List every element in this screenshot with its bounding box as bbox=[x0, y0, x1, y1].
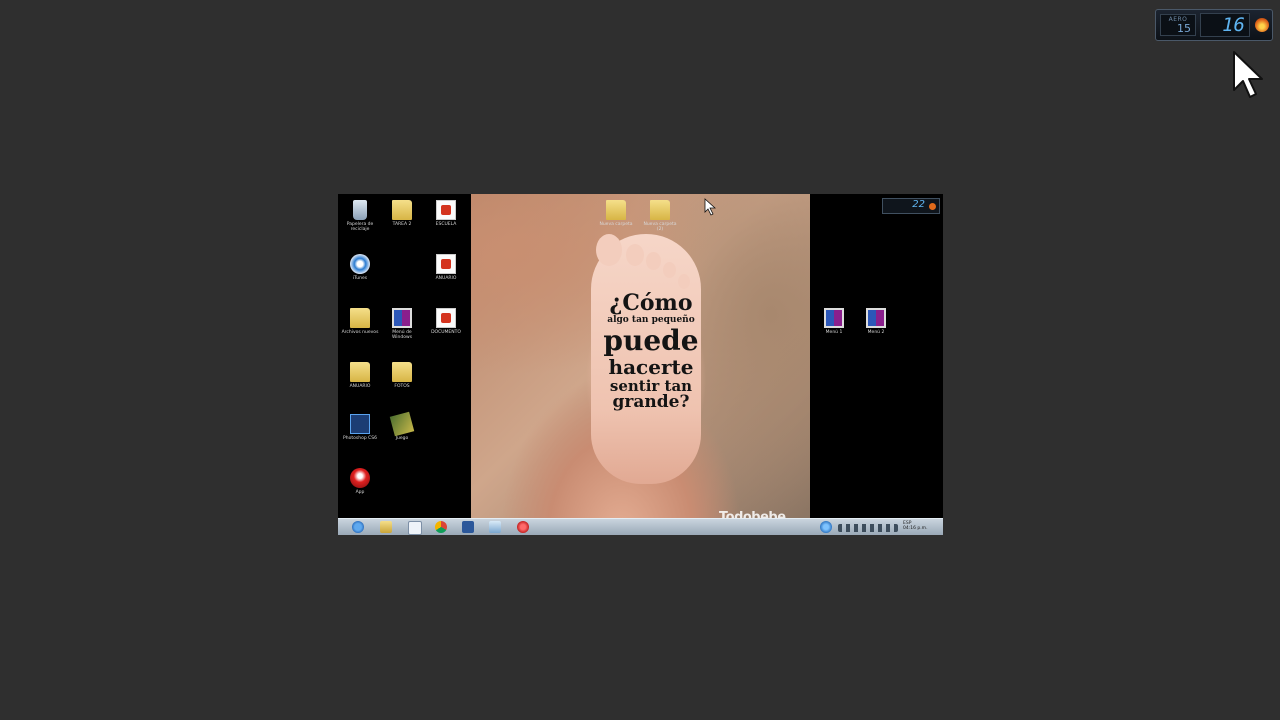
icon-label: Menú 2 bbox=[867, 330, 885, 335]
taskbar: ESP 04:16 p.m. bbox=[338, 518, 943, 535]
icon-label: Papelera de reciclaje bbox=[346, 222, 374, 232]
icon-label: Photoshop CS6 bbox=[343, 436, 377, 441]
mouse-cursor-icon bbox=[1233, 51, 1263, 98]
desktop-icon-folder[interactable]: Nueva carpeta bbox=[596, 200, 636, 227]
desktop-icon-pdf[interactable]: ESCUELA bbox=[426, 200, 466, 227]
toe-shape bbox=[596, 234, 622, 266]
tray-time: 04:16 p.m. bbox=[903, 526, 928, 531]
desktop-screenshot: ¿Cómo algo tan pequeño puede hacerte sen… bbox=[338, 194, 943, 535]
desktop-icon-recycle-bin[interactable]: Papelera de reciclaje bbox=[340, 200, 380, 232]
folder-icon bbox=[350, 308, 370, 328]
icon-label: ESCUELA bbox=[435, 222, 457, 227]
desktop-icon-pdf[interactable]: DOCUMENTO bbox=[426, 308, 466, 335]
toe-shape bbox=[646, 252, 661, 270]
icon-label: Menú 1 bbox=[825, 330, 843, 335]
quote-line: ¿Cómo bbox=[609, 290, 693, 316]
quote-line: hacerte bbox=[608, 355, 694, 379]
recycle-bin-icon bbox=[353, 200, 367, 220]
network-icon[interactable] bbox=[489, 521, 501, 533]
folder-icon bbox=[392, 200, 412, 220]
photoshop-icon bbox=[350, 414, 370, 434]
windows-icon bbox=[392, 308, 412, 328]
desktop-icon-windows[interactable]: Menú de Windows bbox=[382, 308, 422, 340]
flame-icon bbox=[929, 203, 936, 210]
gadget-big-panel: 16 bbox=[1200, 13, 1250, 37]
toe-shape bbox=[663, 262, 676, 278]
desktop-icon-itunes[interactable]: iTunes bbox=[340, 254, 380, 281]
desktop-icon-folder[interactable]: TAREA 2 bbox=[382, 200, 422, 227]
red-app-icon bbox=[350, 468, 370, 488]
icon-label: FOTOS bbox=[394, 384, 410, 389]
video-frame: AERO 15 16 ¿Cómo algo tan pequeño puede … bbox=[0, 0, 1280, 720]
folder-icon bbox=[392, 362, 412, 382]
pdf-icon bbox=[436, 254, 456, 274]
folder-icon bbox=[350, 362, 370, 382]
toe-shape bbox=[626, 244, 644, 266]
folder-icon bbox=[650, 200, 670, 220]
windows-icon bbox=[866, 308, 886, 328]
desktop-icon-folder[interactable]: Nueva carpeta (2) bbox=[640, 200, 680, 232]
desktop-icon-pdf[interactable]: ANUARIO bbox=[426, 254, 466, 281]
desktop-icon-photoshop[interactable]: Photoshop CS6 bbox=[340, 414, 380, 441]
icon-label: Juego bbox=[395, 436, 409, 441]
gadget-small-value: 15 bbox=[1177, 22, 1191, 35]
icon-label: DOCUMENTO bbox=[431, 330, 461, 335]
desktop-icon-folder[interactable]: ANUARIO bbox=[340, 362, 380, 389]
icon-label: ANUARIO bbox=[349, 384, 371, 389]
desktop-icon-game[interactable]: Juego bbox=[382, 411, 422, 441]
gadget-small-panel: AERO 15 bbox=[1160, 14, 1196, 36]
desktop-icon-red-app[interactable]: App bbox=[340, 468, 380, 495]
word-icon[interactable] bbox=[462, 521, 474, 533]
icon-label: ANUARIO bbox=[435, 276, 457, 281]
quote-line: grande? bbox=[612, 392, 690, 412]
system-tray-icons[interactable] bbox=[838, 524, 898, 532]
windows-icon bbox=[824, 308, 844, 328]
chrome-icon[interactable] bbox=[435, 521, 447, 533]
icon-label: iTunes bbox=[352, 276, 368, 281]
help-icon[interactable] bbox=[820, 521, 832, 533]
icon-label: Menú de Windows bbox=[391, 330, 413, 340]
game-icon bbox=[389, 411, 415, 437]
desktop-icon-windows[interactable]: Menú 2 bbox=[856, 308, 896, 335]
icon-label: TAREA 2 bbox=[392, 222, 412, 227]
mini-gadget-value: 22 bbox=[912, 199, 925, 210]
mouse-cursor-icon bbox=[704, 198, 716, 216]
internet-explorer-icon[interactable] bbox=[352, 521, 364, 533]
pdf-icon bbox=[436, 308, 456, 328]
flame-icon[interactable] bbox=[1255, 18, 1269, 32]
itunes-icon bbox=[350, 254, 370, 274]
skype-icon[interactable] bbox=[408, 521, 422, 535]
pdf-icon bbox=[436, 200, 456, 220]
folder-icon bbox=[606, 200, 626, 220]
icon-label: Archivos nuevos bbox=[341, 330, 379, 335]
clock-gadget[interactable]: AERO 15 16 bbox=[1155, 9, 1273, 41]
icon-label: Nueva carpeta (2) bbox=[643, 222, 677, 232]
desktop-icon-windows[interactable]: Menú 1 bbox=[814, 308, 854, 335]
desktop-icon-folder[interactable]: FOTOS bbox=[382, 362, 422, 389]
icon-label: Nueva carpeta bbox=[599, 222, 633, 227]
desktop-icon-folder[interactable]: Archivos nuevos bbox=[340, 308, 380, 335]
toe-shape bbox=[678, 274, 690, 289]
red-app-icon[interactable] bbox=[517, 521, 529, 533]
quote-line: puede bbox=[603, 324, 699, 357]
wallpaper: ¿Cómo algo tan pequeño puede hacerte sen… bbox=[471, 194, 810, 525]
gadget-big-value: 16 bbox=[1222, 14, 1245, 36]
wallpaper-quote: ¿Cómo algo tan pequeño puede hacerte sen… bbox=[591, 292, 711, 411]
icon-label: App bbox=[355, 490, 365, 495]
tray-clock[interactable]: ESP 04:16 p.m. bbox=[903, 521, 928, 531]
file-explorer-icon[interactable] bbox=[380, 521, 392, 533]
mini-clock-gadget[interactable]: 22 bbox=[882, 198, 940, 214]
